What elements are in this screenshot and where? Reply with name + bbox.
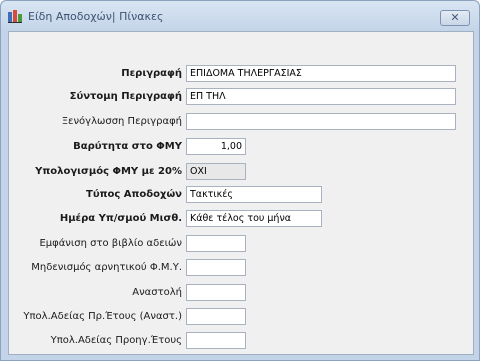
earnings-type-label: Τύπος Αποδοχών — [86, 189, 182, 200]
close-button[interactable]: ✕ — [440, 10, 470, 26]
zero-negative-fmy-field[interactable] — [186, 259, 246, 276]
row-suspension: Αναστολή — [9, 284, 473, 304]
leave-previous-year-label: Υπολ.Αδείας Προηγ.Έτους — [50, 335, 182, 346]
row-fmy-weight: Βαρύτητα στο ΦΜΥ 1,00 — [9, 138, 473, 158]
fmy-weight-label: Βαρύτητα στο ΦΜΥ — [73, 141, 182, 152]
window-title: Είδη Αποδοχών| Πίνακες — [28, 10, 164, 23]
suspension-label: Αναστολή — [132, 287, 182, 298]
row-foreign-description: Ξενόγλωσση Περιγραφή — [9, 113, 473, 133]
dialog-window: Είδη Αποδοχών| Πίνακες ✕ Περιγραφή ΕΠΙΔΟ… — [0, 0, 480, 361]
foreign-description-label: Ξενόγλωσση Περιγραφή — [61, 116, 182, 127]
row-leave-previous-year: Υπολ.Αδείας Προηγ.Έτους — [9, 332, 473, 352]
zero-negative-fmy-label: Μηδενισμός αρνητικού Φ.Μ.Υ. — [31, 262, 182, 273]
short-description-label: Σύντομη Περιγραφή — [69, 91, 182, 102]
row-leave-prev-year-suspended: Υπολ.Αδείας Πρ.Έτους (Αναστ.) — [9, 308, 473, 328]
row-fmy-20: Υπολογισμός ΦΜΥ με 20% ΟΧΙ — [9, 163, 473, 183]
row-short-description: Σύντομη Περιγραφή ΕΠ ΤΗΛ — [9, 88, 473, 108]
short-description-field[interactable]: ΕΠ ΤΗΛ — [186, 88, 456, 105]
fmy-weight-field[interactable]: 1,00 — [186, 138, 246, 155]
app-icon — [8, 10, 22, 23]
description-field[interactable]: ΕΠΙΔΟΜΑ ΤΗΛΕΡΓΑΣΙΑΣ — [186, 65, 456, 82]
payroll-day-field[interactable]: Κάθε τέλος του μήνα — [186, 210, 322, 227]
earnings-type-field[interactable]: Τακτικές — [186, 186, 322, 203]
description-label: Περιγραφή — [121, 68, 182, 79]
row-leave-book: Εμφάνιση στο βιβλίο αδειών — [9, 235, 473, 255]
row-payroll-day: Ημέρα Υπ/σμού Μισθ. Κάθε τέλος του μήνα — [9, 210, 473, 230]
leave-prev-year-suspended-field[interactable] — [186, 308, 246, 325]
leave-book-label: Εμφάνιση στο βιβλίο αδειών — [39, 238, 182, 249]
form-panel: Περιγραφή ΕΠΙΔΟΜΑ ΤΗΛΕΡΓΑΣΙΑΣ Σύντομη Πε… — [8, 31, 474, 355]
close-icon: ✕ — [450, 11, 460, 24]
leave-prev-year-suspended-label: Υπολ.Αδείας Πρ.Έτους (Αναστ.) — [23, 311, 182, 322]
fmy-20-label: Υπολογισμός ΦΜΥ με 20% — [35, 166, 182, 177]
suspension-field[interactable] — [186, 284, 246, 301]
leave-previous-year-field[interactable] — [186, 332, 246, 349]
foreign-description-field[interactable] — [186, 113, 456, 130]
payroll-day-label: Ημέρα Υπ/σμού Μισθ. — [59, 213, 182, 224]
row-earnings-type: Τύπος Αποδοχών Τακτικές — [9, 186, 473, 206]
title-bar[interactable]: Είδη Αποδοχών| Πίνακες ✕ — [1, 1, 479, 31]
fmy-20-select[interactable]: ΟΧΙ — [186, 163, 246, 180]
row-description: Περιγραφή ΕΠΙΔΟΜΑ ΤΗΛΕΡΓΑΣΙΑΣ — [9, 65, 473, 85]
leave-book-field[interactable] — [186, 235, 246, 252]
row-zero-negative-fmy: Μηδενισμός αρνητικού Φ.Μ.Υ. — [9, 259, 473, 279]
